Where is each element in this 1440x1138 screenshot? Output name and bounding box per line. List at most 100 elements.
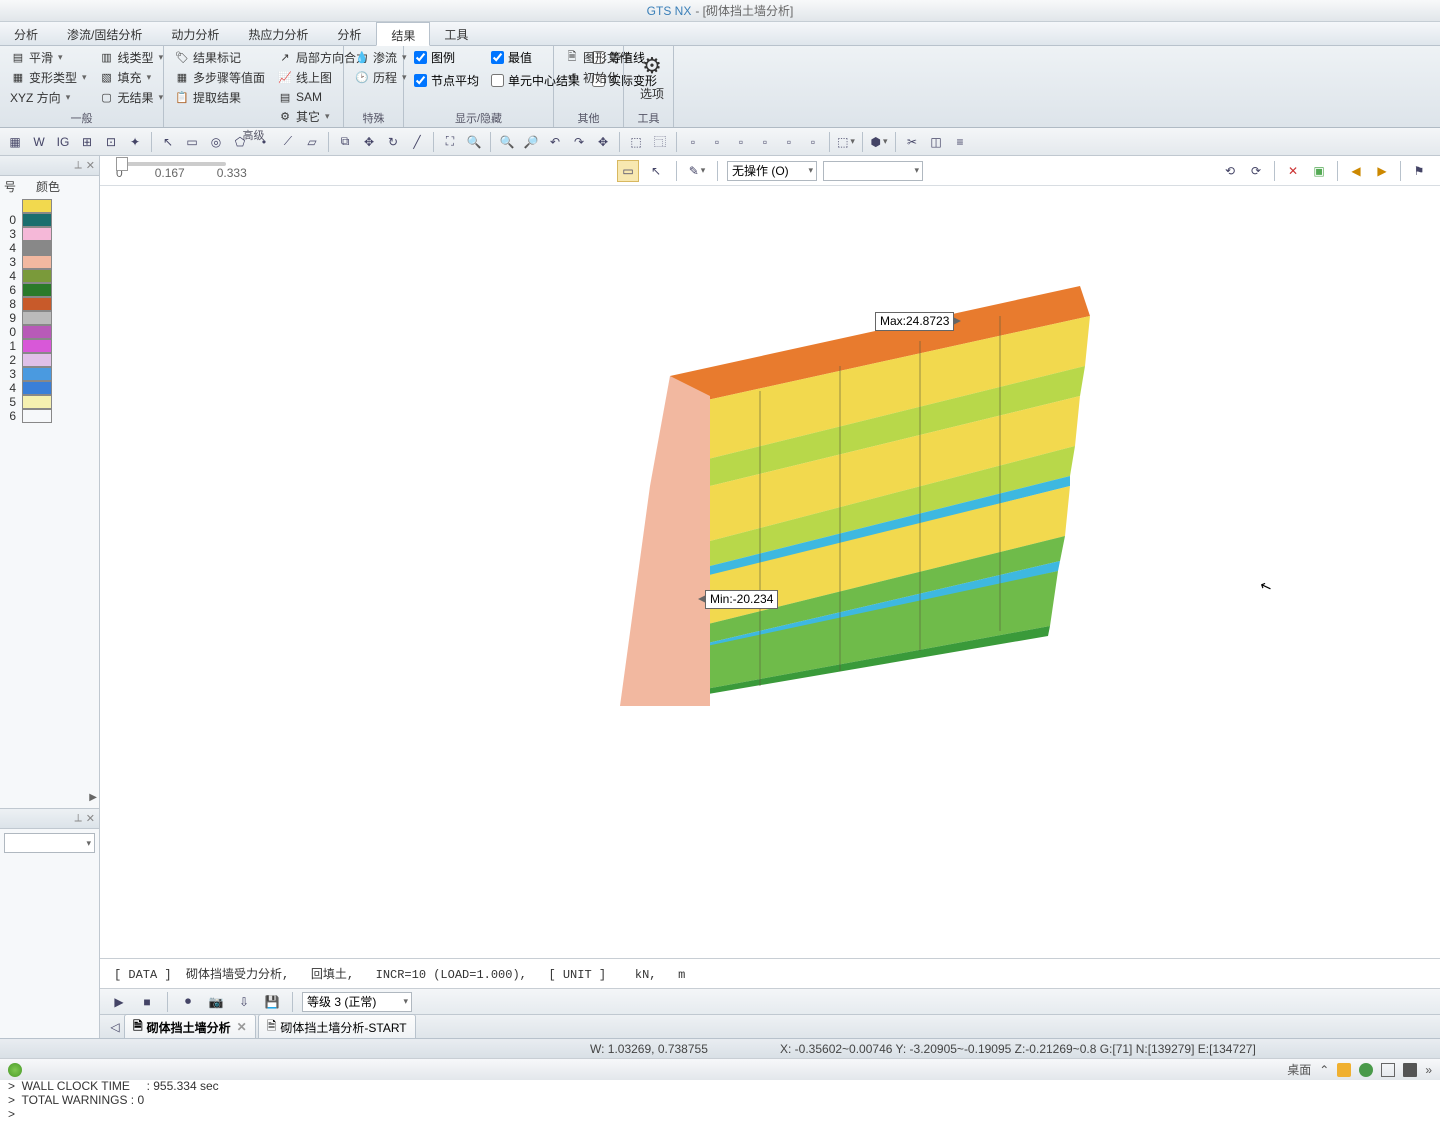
- hide-icon[interactable]: ▣: [1308, 160, 1330, 182]
- legend-row[interactable]: [4, 199, 95, 213]
- tab-4[interactable]: 分析: [323, 22, 376, 45]
- view-back-icon[interactable]: ▫: [706, 131, 728, 153]
- legend-row[interactable]: 1: [4, 339, 95, 353]
- pointer-icon[interactable]: ↖: [645, 160, 667, 182]
- close-tab-icon[interactable]: ✕: [237, 1020, 247, 1034]
- doctab-0[interactable]: 🗎砌体挡土墙分析✕: [124, 1014, 256, 1040]
- export-icon[interactable]: ⇩: [233, 991, 255, 1013]
- pin2-icon[interactable]: ⟂: [74, 812, 81, 825]
- legend-row[interactable]: 4: [4, 241, 95, 255]
- rotate-right-icon[interactable]: ↷: [568, 131, 590, 153]
- view-bottom-icon[interactable]: ▫: [802, 131, 824, 153]
- stop-icon[interactable]: ■: [136, 991, 158, 1013]
- tool-grid2-icon[interactable]: ⊡: [100, 131, 122, 153]
- marker-icon[interactable]: ✎: [686, 160, 708, 182]
- layer-icon[interactable]: ≡: [949, 131, 971, 153]
- lower-combo[interactable]: [4, 833, 95, 853]
- tray-net-icon[interactable]: [1359, 1063, 1373, 1077]
- tool-edge-icon[interactable]: ⟋: [277, 131, 299, 153]
- chk-0[interactable]: 图例: [410, 48, 483, 67]
- flag-icon[interactable]: ⚑: [1408, 160, 1430, 182]
- model-canvas[interactable]: Max:24.8723 Min:-20.234 ↖: [100, 186, 1440, 958]
- tool-move-icon[interactable]: ✥: [358, 131, 380, 153]
- quality-combo[interactable]: 等级 3 (正常): [302, 992, 412, 1012]
- tab-2[interactable]: 动力分析: [157, 22, 234, 45]
- tool-dup-icon[interactable]: ⧉: [334, 131, 356, 153]
- tool-rot-icon[interactable]: ↻: [382, 131, 404, 153]
- rotate-left-icon[interactable]: ↶: [544, 131, 566, 153]
- tab-6[interactable]: 工具: [430, 22, 483, 45]
- close-panel-icon[interactable]: ✕: [86, 159, 95, 172]
- tool-node-icon[interactable]: •: [253, 131, 275, 153]
- save-anim-icon[interactable]: 💾: [261, 991, 283, 1013]
- options-button[interactable]: ⚙选项: [630, 48, 674, 109]
- seepage-button[interactable]: 💧渗流: [350, 48, 411, 67]
- legend-row[interactable]: 8: [4, 297, 95, 311]
- view-cube-icon[interactable]: ⬚: [835, 131, 857, 153]
- legend-row[interactable]: 3: [4, 367, 95, 381]
- redo-sel-icon[interactable]: ⟳: [1245, 160, 1267, 182]
- tool-ig-icon[interactable]: IG: [52, 131, 74, 153]
- legend-row[interactable]: 5: [4, 395, 95, 409]
- legend-row[interactable]: 4: [4, 269, 95, 283]
- legend-row[interactable]: 4: [4, 381, 95, 395]
- close2-icon[interactable]: ✕: [86, 812, 95, 825]
- tool-line-icon[interactable]: ╱: [406, 131, 428, 153]
- app-icon[interactable]: [8, 1063, 22, 1077]
- extract-button[interactable]: 📋提取结果: [170, 88, 269, 107]
- show-icon[interactable]: ✕: [1282, 160, 1304, 182]
- legend-row[interactable]: 6: [4, 409, 95, 423]
- scroll-right-icon[interactable]: ▶: [89, 792, 97, 808]
- view-left-icon[interactable]: ▫: [730, 131, 752, 153]
- rec-icon[interactable]: ⏺: [177, 991, 199, 1013]
- desktop-button[interactable]: 桌面: [1287, 1061, 1311, 1078]
- target-combo[interactable]: [823, 161, 923, 181]
- undo-sel-icon[interactable]: ⟲: [1219, 160, 1241, 182]
- view-axes-icon[interactable]: ⿹: [649, 131, 671, 153]
- section-icon[interactable]: ◫: [925, 131, 947, 153]
- chk-1[interactable]: 节点平均: [410, 71, 483, 90]
- pin-icon[interactable]: ⟂: [74, 159, 81, 172]
- view-iso-icon[interactable]: ⬚: [625, 131, 647, 153]
- tool-mesh-icon[interactable]: ⊞: [76, 131, 98, 153]
- tray-monitor-icon[interactable]: [1381, 1063, 1395, 1077]
- tool-poly-icon[interactable]: ⬠: [229, 131, 251, 153]
- view-top-icon[interactable]: ▫: [778, 131, 800, 153]
- snap-icon[interactable]: 📷: [205, 991, 227, 1013]
- tray-up-icon[interactable]: ⌃: [1319, 1063, 1329, 1077]
- tab-scroll-left-icon[interactable]: ◁: [108, 1016, 122, 1038]
- tab-1[interactable]: 渗流/固结分析: [53, 22, 157, 45]
- render-mode-icon[interactable]: ⬢: [868, 131, 890, 153]
- tool-select-icon[interactable]: ▭: [181, 131, 203, 153]
- pan-icon[interactable]: ✥: [592, 131, 614, 153]
- back-icon[interactable]: ◀: [1345, 160, 1367, 182]
- tray-shield-icon[interactable]: [1337, 1063, 1351, 1077]
- legend-row[interactable]: 0: [4, 325, 95, 339]
- view-front-icon[interactable]: ▫: [682, 131, 704, 153]
- line-type-button[interactable]: ▥线类型: [95, 48, 168, 67]
- tool-grid-icon[interactable]: ▦: [4, 131, 26, 153]
- tray-vol-icon[interactable]: [1403, 1063, 1417, 1077]
- zoom-out-icon[interactable]: 🔎: [520, 131, 542, 153]
- history-button[interactable]: 🕑历程: [350, 68, 411, 87]
- fill-button[interactable]: ▧填充: [95, 68, 168, 87]
- fwd-icon[interactable]: ▶: [1371, 160, 1393, 182]
- zoom-fit-icon[interactable]: ⛶: [439, 131, 461, 153]
- tool-w-icon[interactable]: W: [28, 131, 50, 153]
- operation-combo[interactable]: 无操作 (O): [727, 161, 817, 181]
- select-mode-icon[interactable]: ▭: [617, 160, 639, 182]
- legend-row[interactable]: 0: [4, 213, 95, 227]
- legend-row[interactable]: 3: [4, 227, 95, 241]
- xyz-dir-button[interactable]: XYZ 方向: [6, 88, 91, 107]
- clip-icon[interactable]: ✂: [901, 131, 923, 153]
- tab-0[interactable]: 分析: [0, 22, 53, 45]
- smooth-button[interactable]: ▤平滑: [6, 48, 91, 67]
- legend-row[interactable]: 3: [4, 255, 95, 269]
- result-mark-button[interactable]: 🏷结果标记: [170, 48, 269, 67]
- tray-more-icon[interactable]: »: [1425, 1063, 1432, 1077]
- tool-cursor-icon[interactable]: ↖: [157, 131, 179, 153]
- legend-row[interactable]: 2: [4, 353, 95, 367]
- tab-5[interactable]: 结果: [376, 22, 430, 46]
- tool-lasso-icon[interactable]: ◎: [205, 131, 227, 153]
- tool-face-icon[interactable]: ▱: [301, 131, 323, 153]
